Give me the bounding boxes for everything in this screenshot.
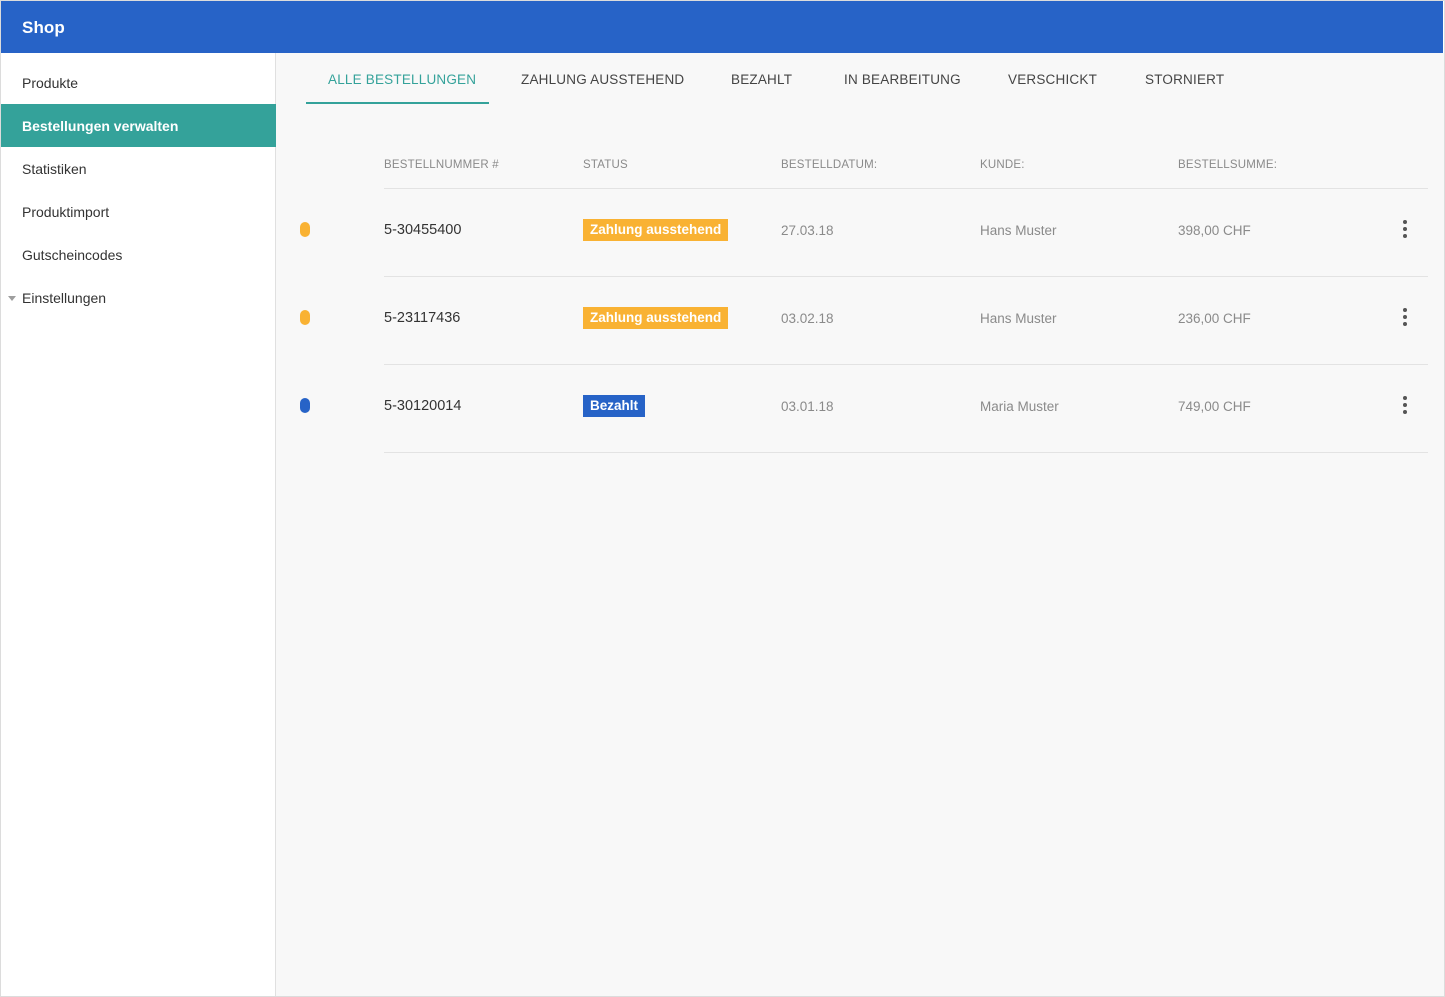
order-number: 5-30120014 [384,398,462,414]
column-header-bestelldatum[interactable]: BESTELLDATUM: [781,159,877,171]
tab-label: VERSCHICKT [1008,72,1098,87]
customer-name: Maria Muster [980,399,1059,414]
more-vert-icon[interactable] [1394,217,1416,241]
sidebar-item-label: Statistiken [22,161,87,177]
sidebar-item-statistiken[interactable]: Statistiken [1,147,276,190]
status-indicator-dot [300,398,310,413]
sidebar-item-bestellungen-verwalten[interactable]: Bestellungen verwalten [1,104,276,147]
table-row[interactable]: 5-30120014 Bezahlt 03.01.18 Maria Muster… [276,365,1444,453]
customer-name: Hans Muster [980,311,1057,326]
sidebar: Produkte Bestellungen verwalten Statisti… [1,53,276,996]
order-number: 5-23117436 [384,310,461,326]
app-title: Shop [22,18,65,37]
sidebar-item-label: Einstellungen [22,290,107,306]
status-badge: Bezahlt [583,395,646,417]
customer-name: Hans Muster [980,223,1057,238]
status-badge: Zahlung ausstehend [583,307,729,329]
tab-label: IN BEARBEITUNG [844,72,961,87]
order-date: 03.01.18 [781,399,834,414]
order-total: 398,00 CHF [1178,223,1251,238]
column-header-bestellnummer[interactable]: BESTELLNUMMER # [384,159,499,171]
table-divider [384,452,1428,453]
active-tab-indicator [306,102,489,104]
table-row[interactable]: 5-30455400 Zahlung ausstehend 27.03.18 H… [276,189,1444,277]
tab-label: STORNIERT [1145,72,1225,87]
more-vert-icon[interactable] [1394,393,1416,417]
more-vert-icon[interactable] [1394,305,1416,329]
order-date: 03.02.18 [781,311,834,326]
caret-down-icon[interactable] [8,296,16,301]
main-content: ALLE BESTELLUNGEN ZAHLUNG AUSSTEHEND BEZ… [276,53,1444,996]
sidebar-item-einstellungen[interactable]: Einstellungen [1,276,276,319]
order-total: 749,00 CHF [1178,399,1251,414]
app-header: Shop [1,1,1443,53]
column-header-bestellsumme[interactable]: BESTELLSUMME: [1178,159,1277,171]
sidebar-item-label: Bestellungen verwalten [22,118,179,134]
sidebar-item-label: Produktimport [22,204,110,220]
order-date: 27.03.18 [781,223,834,238]
status-badge: Zahlung ausstehend [583,219,729,241]
table-row[interactable]: 5-23117436 Zahlung ausstehend 03.02.18 H… [276,277,1444,365]
status-indicator-dot [300,222,310,237]
sidebar-item-produkte[interactable]: Produkte [1,61,276,104]
sidebar-item-label: Gutscheincodes [22,247,123,263]
sidebar-item-label: Produkte [22,75,79,91]
order-number: 5-30455400 [384,222,462,238]
column-header-kunde[interactable]: KUNDE: [980,159,1025,171]
sidebar-item-produktimport[interactable]: Produktimport [1,190,276,233]
order-total: 236,00 CHF [1178,311,1251,326]
tab-label: ALLE BESTELLUNGEN [328,72,477,87]
status-indicator-dot [300,310,310,325]
column-header-status[interactable]: STATUS [583,159,628,171]
tab-label: ZAHLUNG AUSSTEHEND [521,72,685,87]
tab-label: BEZAHLT [731,72,793,87]
sidebar-item-gutscheincodes[interactable]: Gutscheincodes [1,233,276,276]
